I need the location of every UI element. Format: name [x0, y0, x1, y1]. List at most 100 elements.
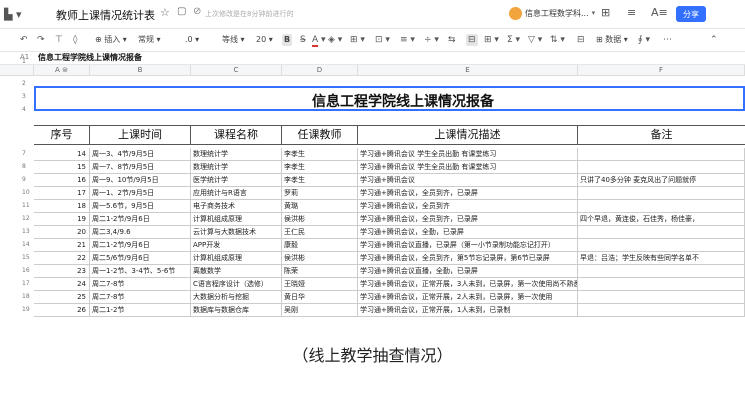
- header-note[interactable]: 备注: [578, 126, 745, 144]
- cell-note[interactable]: [578, 265, 745, 277]
- cell-no[interactable]: 19: [34, 213, 90, 225]
- cell-course[interactable]: C语言程序设计（选修）: [191, 278, 282, 290]
- cell-description[interactable]: 学习通+腾讯会议，全员到齐，已录屏: [358, 187, 578, 199]
- font-size-select[interactable]: 20 ▾: [256, 34, 273, 46]
- row-number[interactable]: 1: [22, 58, 46, 65]
- cell-note[interactable]: 早退：吕浩；学生反映有些同学名单不: [578, 252, 745, 264]
- cell-no[interactable]: 20: [34, 226, 90, 238]
- format-painter-icon[interactable]: ⊤: [55, 34, 63, 46]
- font-color-button[interactable]: A ▾: [312, 34, 326, 47]
- cell-no[interactable]: 22: [34, 252, 90, 264]
- number-format-select[interactable]: 常规 ▾: [138, 34, 161, 46]
- cell-time[interactable]: 周一1、2节/9月5日: [90, 187, 191, 199]
- cell-note[interactable]: [578, 278, 745, 290]
- wrap-icon[interactable]: ⇆: [448, 34, 456, 46]
- cell-note[interactable]: [578, 200, 745, 212]
- cell-note[interactable]: [578, 161, 745, 173]
- cell-description[interactable]: 学习通+腾讯会议，正常开展，2人未到，已录屏，第一次使用: [358, 291, 578, 303]
- cell-description[interactable]: 学习通+腾讯会议直播，全勤，已录屏: [358, 265, 578, 277]
- cell-note[interactable]: [578, 226, 745, 238]
- more-icon[interactable]: ⋯: [663, 34, 672, 46]
- cell-note[interactable]: [578, 187, 745, 199]
- cell-teacher[interactable]: 李孝生: [282, 174, 358, 186]
- cell-description[interactable]: 学习通+腾讯会议直播，已录屏（第一小节录制功能忘记打开）: [358, 239, 578, 251]
- header-teacher[interactable]: 任课教师: [282, 126, 358, 144]
- column-header-f[interactable]: F: [578, 65, 745, 76]
- cell-course[interactable]: 计算机组成原理: [191, 252, 282, 264]
- cell-note[interactable]: [578, 304, 745, 316]
- column-header-e[interactable]: E: [358, 65, 578, 76]
- decimal-button[interactable]: .0 ▾: [185, 34, 199, 46]
- column-header-a[interactable]: A ⊜: [34, 65, 90, 76]
- cell-note[interactable]: 四个早退，黄连俊，石佳秀，杨佳豪，: [578, 213, 745, 225]
- cell-no[interactable]: 16: [34, 174, 90, 186]
- cell-no[interactable]: 26: [34, 304, 90, 316]
- cell-course[interactable]: 离散数学: [191, 265, 282, 277]
- cell-course[interactable]: 云计算与大数据技术: [191, 226, 282, 238]
- formula-bar[interactable]: A1 信息工程学院线上课情况报备: [0, 52, 745, 65]
- fill-color-icon[interactable]: ◈ ▾: [328, 34, 342, 46]
- share-button[interactable]: 分享: [676, 6, 706, 22]
- freeze-icon[interactable]: ⊞ ▾: [484, 34, 499, 46]
- cell-no[interactable]: 18: [34, 200, 90, 212]
- cell-course[interactable]: 医学统计学: [191, 174, 282, 186]
- cell-no[interactable]: 24: [34, 278, 90, 290]
- cell-note[interactable]: [578, 148, 745, 160]
- cell-time[interactable]: 周二3,4/9.6: [90, 226, 191, 238]
- add-page-icon[interactable]: ⊞: [601, 6, 610, 19]
- header-course[interactable]: 课程名称: [191, 126, 282, 144]
- cell-teacher[interactable]: 侯洪彬: [282, 213, 358, 225]
- cell-no[interactable]: 14: [34, 148, 90, 160]
- borders-icon[interactable]: ⊞ ▾: [350, 34, 365, 46]
- script-icon[interactable]: ∮ ▾: [638, 34, 650, 46]
- cell-course[interactable]: 数据库与数据仓库: [191, 304, 282, 316]
- folder-icon[interactable]: ▢: [177, 6, 186, 17]
- cell-description[interactable]: 学习通+腾讯会议，正常开展，3人未到，已录屏，第一次使用尚不熟悉，多数同学未签到…: [358, 278, 578, 290]
- bold-button[interactable]: B: [282, 34, 293, 46]
- cell-description[interactable]: 学习通+腾讯会议 学生全员出勤 有课堂练习: [358, 148, 578, 160]
- cell-no[interactable]: 17: [34, 187, 90, 199]
- cell-course[interactable]: APP开发: [191, 239, 282, 251]
- valign-icon[interactable]: ÷ ▾: [424, 34, 439, 46]
- filter-icon[interactable]: ▽ ▾: [528, 34, 542, 46]
- cell-teacher[interactable]: 李孝生: [282, 148, 358, 160]
- cell-note[interactable]: 只讲了40多分钟 麦克风出了问题就停: [578, 174, 745, 186]
- cell-no[interactable]: 15: [34, 161, 90, 173]
- insert-menu[interactable]: ⊕ 插入 ▾: [95, 34, 127, 46]
- cell-time[interactable]: 周二7-8节: [90, 278, 191, 290]
- cell-course[interactable]: 大数据分析与挖掘: [191, 291, 282, 303]
- cell-description[interactable]: 学习通+腾讯会议，全员到齐: [358, 200, 578, 212]
- column-header-d[interactable]: D: [282, 65, 358, 76]
- menu-icon[interactable]: ≡: [627, 6, 636, 19]
- cell-course[interactable]: 数理统计学: [191, 161, 282, 173]
- cell-time[interactable]: 周一3、4节/9月5日: [90, 148, 191, 160]
- undo-icon[interactable]: ↶: [20, 34, 28, 46]
- align-icon[interactable]: ≡ ▾: [400, 34, 415, 46]
- cell-no[interactable]: 25: [34, 291, 90, 303]
- cell-teacher[interactable]: 罗莉: [282, 187, 358, 199]
- cell-time[interactable]: 周二1-2节/9月6日: [90, 239, 191, 251]
- cell-description[interactable]: 学习通+腾讯会议，全勤，已录屏: [358, 226, 578, 238]
- cell-course[interactable]: 计算机组成原理: [191, 213, 282, 225]
- sheet-title-cell[interactable]: 信息工程学院线上课情况报备: [34, 86, 745, 111]
- strikethrough-icon[interactable]: S̶: [300, 34, 306, 46]
- cell-time[interactable]: 周二1-2节/9月6日: [90, 213, 191, 225]
- formula-content[interactable]: 信息工程学院线上课情况报备: [38, 52, 142, 63]
- cell-teacher[interactable]: 李孝生: [282, 161, 358, 173]
- document-title[interactable]: 教师上课情况统计表: [56, 7, 155, 23]
- cell-course[interactable]: 应用统计与R语言: [191, 187, 282, 199]
- cell-teacher[interactable]: 吴刚: [282, 304, 358, 316]
- cell-description[interactable]: 学习通+腾讯会议，正常开展，1人未到，已录制: [358, 304, 578, 316]
- cell-time[interactable]: 周二7-8节: [90, 291, 191, 303]
- header-time[interactable]: 上课时间: [90, 126, 191, 144]
- cell-note[interactable]: [578, 239, 745, 251]
- font-family-select[interactable]: 等线 ▾: [222, 34, 245, 46]
- cell-no[interactable]: 23: [34, 265, 90, 277]
- cell-description[interactable]: 学习通+腾讯会议 学生全员出勤 有课堂练习: [358, 161, 578, 173]
- cell-teacher[interactable]: 王晓娅: [282, 278, 358, 290]
- cell-description[interactable]: 学习通+腾讯会议，全员到齐，已录屏: [358, 213, 578, 225]
- cell-time[interactable]: 周一7、8节/9月5日: [90, 161, 191, 173]
- cell-time[interactable]: 周一9、10节/9月5日: [90, 174, 191, 186]
- user-chip[interactable]: 信息工程数学科... ▾: [509, 5, 595, 21]
- table-icon[interactable]: ⊟: [466, 34, 478, 46]
